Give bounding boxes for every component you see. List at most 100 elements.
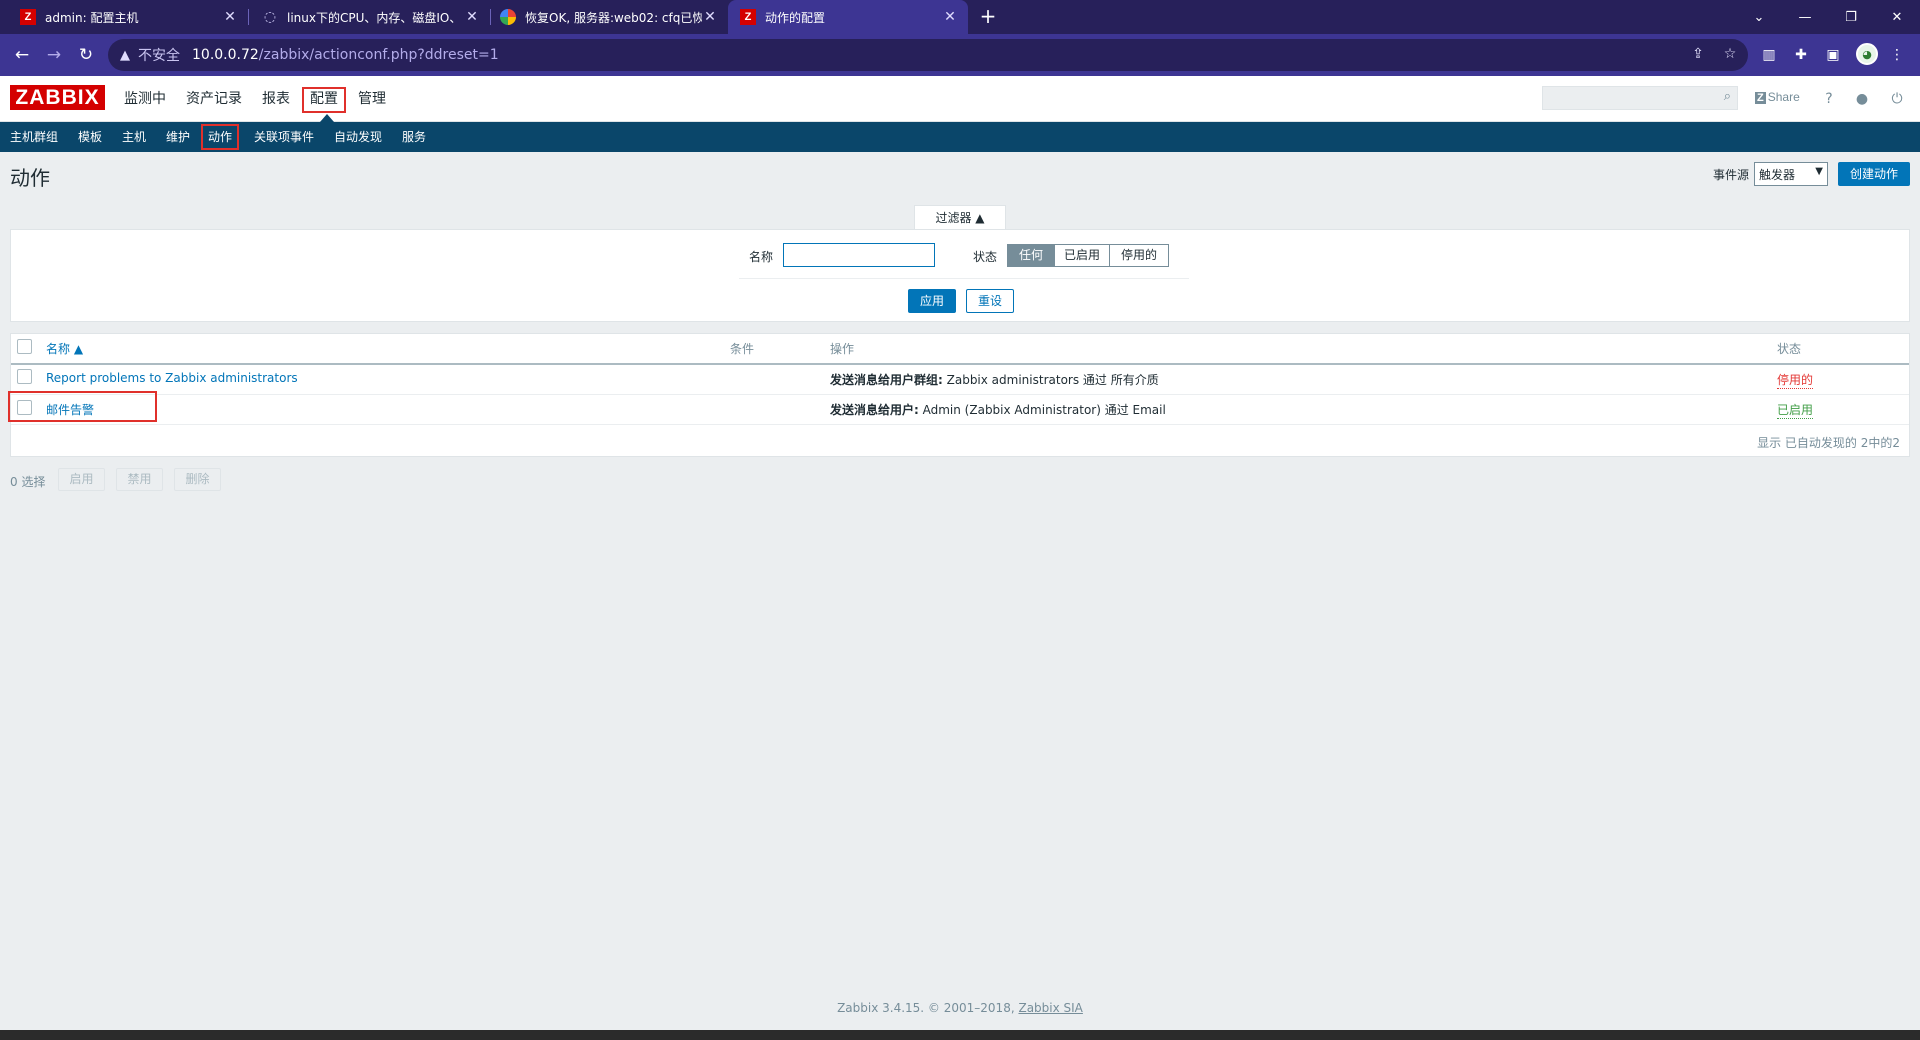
help-icon[interactable]: ? <box>1820 90 1838 108</box>
close-icon[interactable]: ✕ <box>222 9 238 25</box>
close-icon[interactable]: ✕ <box>464 9 480 25</box>
footer-link[interactable]: Zabbix SIA <box>1018 1001 1082 1015</box>
action-name-link[interactable]: Report problems to Zabbix administrators <box>46 371 298 385</box>
event-source-select[interactable]: 触发器 ▼ <box>1754 162 1828 186</box>
mass-delete-button[interactable]: 删除 <box>174 468 221 491</box>
url-bar[interactable]: ▲ 不安全 10.0.0.72/zabbix/actionconf.php?dd… <box>108 39 1748 71</box>
filter-name-label: 名称 <box>749 250 774 264</box>
tab-title: admin: 配置主机 <box>45 10 139 25</box>
taskbar-strip <box>0 1030 1920 1040</box>
browser-tab-strip: Z admin: 配置主机 ✕ ◌ linux下的CPU、内存、磁盘IO、 ✕ … <box>0 0 1920 34</box>
share-button[interactable]: Z Share <box>1755 90 1800 104</box>
address-toolbar: ← → ↻ ▲ 不安全 10.0.0.72/zabbix/actionconf.… <box>0 34 1920 76</box>
active-menu-caret <box>320 114 334 122</box>
mass-disable-button[interactable]: 禁用 <box>116 468 163 491</box>
browser-tab-active[interactable]: Z 动作的配置 ✕ <box>728 0 968 34</box>
warning-icon[interactable]: ▲ <box>120 48 130 63</box>
user-profile-icon[interactable]: ● <box>1853 90 1871 108</box>
create-action-button[interactable]: 创建动作 <box>1838 162 1910 186</box>
submenu-maintenance[interactable]: 维护 <box>161 126 195 148</box>
filter-divider <box>739 278 1189 279</box>
browser-tab[interactable]: ◌ linux下的CPU、内存、磁盘IO、 ✕ <box>250 0 490 34</box>
security-label[interactable]: 不安全 <box>138 45 180 65</box>
action-operations: 发送消息给用户群组: Zabbix administrators 通过 所有介质 <box>830 371 1159 388</box>
operation-type: 发送消息给用户: <box>830 403 919 417</box>
reading-icon[interactable]: ▥ <box>1758 44 1780 66</box>
menu-administration[interactable]: 管理 <box>352 89 392 111</box>
logout-icon[interactable]: ⏻ <box>1888 90 1906 108</box>
column-header-status: 状态 <box>1777 342 1802 356</box>
url-host: 10.0.0.72 <box>192 47 259 63</box>
submenu-templates[interactable]: 模板 <box>73 126 107 148</box>
menu-configuration[interactable]: 配置 <box>302 87 346 113</box>
submenu-actions[interactable]: 动作 <box>200 124 240 150</box>
submenu-hosts[interactable]: 主机 <box>117 126 151 148</box>
tab-search-icon[interactable]: ⌄ <box>1736 0 1782 34</box>
column-header-name[interactable]: 名称 ▲ <box>46 340 83 357</box>
side-panel-icon[interactable]: ▣ <box>1822 44 1844 66</box>
tab-title: 恢复OK, 服务器:web02: cfq已恢 <box>525 10 702 25</box>
global-search-input[interactable]: ⌕ <box>1542 86 1738 110</box>
url-path: /zabbix/actionconf.php?ddreset=1 <box>258 47 499 63</box>
row-divider <box>11 424 1909 425</box>
close-icon[interactable]: ✕ <box>702 9 718 25</box>
configuration-submenu: 主机群组 模板 主机 维护 动作 关联项事件 自动发现 服务 <box>0 122 1920 152</box>
status-toggle-enabled[interactable]: 已启用 <box>1777 401 1814 419</box>
forward-icon[interactable]: → <box>42 43 66 67</box>
menu-inventory[interactable]: 资产记录 <box>180 89 248 111</box>
mass-enable-button[interactable]: 启用 <box>58 468 105 491</box>
close-window-icon[interactable]: ✕ <box>1874 0 1920 34</box>
status-disabled-option[interactable]: 停用的 <box>1109 244 1169 267</box>
minimize-icon[interactable]: — <box>1782 0 1828 34</box>
menu-dots-icon[interactable]: ⋮ <box>1886 44 1908 66</box>
submenu-correlation[interactable]: 关联项事件 <box>249 126 319 148</box>
apply-button[interactable]: 应用 <box>908 289 956 313</box>
menu-reports[interactable]: 报表 <box>256 89 296 111</box>
browser-tab[interactable]: 恢复OK, 服务器:web02: cfq已恢 ✕ <box>488 0 728 34</box>
tab-title: 动作的配置 <box>765 10 826 25</box>
restore-icon[interactable]: ❐ <box>1828 0 1874 34</box>
menu-monitoring[interactable]: 监测中 <box>118 89 172 111</box>
reset-button[interactable]: 重设 <box>966 289 1014 313</box>
header-divider <box>11 363 1909 365</box>
loading-icon: ◌ <box>263 9 277 25</box>
chevron-down-icon: ▼ <box>1815 166 1823 177</box>
share-page-icon[interactable]: ⇪ <box>1688 44 1708 64</box>
select-all-checkbox[interactable] <box>17 339 32 354</box>
reload-icon[interactable]: ↻ <box>74 43 98 67</box>
event-source-label: 事件源 <box>1713 168 1750 182</box>
filter-toggle-tab[interactable]: 过滤器 ▲ <box>914 205 1006 230</box>
zabbix-header: ZABBIX 监测中 资产记录 报表 配置 管理 ⌕ Z Share ? ● ⏻ <box>0 76 1920 122</box>
browser-tab[interactable]: Z admin: 配置主机 ✕ <box>8 0 248 34</box>
extensions-icon[interactable]: ✚ <box>1790 44 1812 66</box>
page-footer: Zabbix 3.4.15. © 2001–2018, Zabbix SIA <box>0 1001 1920 1015</box>
bookmark-star-icon[interactable]: ☆ <box>1720 44 1740 64</box>
column-header-operations: 操作 <box>830 342 855 356</box>
submenu-host-groups[interactable]: 主机群组 <box>5 126 63 148</box>
paging-summary: 显示 已自动发现的 2中的2 <box>1757 436 1900 450</box>
highlight-box <box>8 391 157 422</box>
status-enabled-option[interactable]: 已启用 <box>1054 244 1110 267</box>
footer-text: Zabbix 3.4.15. © 2001–2018, <box>837 1001 1019 1015</box>
profile-avatar[interactable]: ◕ <box>1856 43 1878 65</box>
operation-type: 发送消息给用户群组: <box>830 373 943 387</box>
actions-table: 名称 ▲ 条件 操作 状态 Report problems to Zabbix … <box>8 333 1910 457</box>
event-source-value: 触发器 <box>1759 168 1796 182</box>
search-icon[interactable]: ⌕ <box>1724 89 1731 104</box>
row-divider <box>11 394 1909 395</box>
submenu-services[interactable]: 服务 <box>397 126 431 148</box>
filter-name-input[interactable] <box>783 243 935 267</box>
action-operations: 发送消息给用户: Admin (Zabbix Administrator) 通过… <box>830 401 1166 418</box>
submenu-discovery[interactable]: 自动发现 <box>329 126 387 148</box>
back-icon[interactable]: ← <box>10 43 34 67</box>
new-tab-button[interactable]: + <box>976 5 1000 29</box>
status-any-option[interactable]: 任何 <box>1007 244 1055 267</box>
operation-detail: Zabbix administrators 通过 所有介质 <box>942 373 1159 387</box>
status-toggle-disabled[interactable]: 停用的 <box>1777 371 1814 389</box>
filter-status-label: 状态 <box>973 250 998 264</box>
close-icon[interactable]: ✕ <box>942 9 958 25</box>
row-checkbox[interactable] <box>17 369 32 384</box>
zabbix-icon: Z <box>20 9 36 25</box>
zabbix-logo[interactable]: ZABBIX <box>10 85 105 110</box>
share-label: Share <box>1767 90 1800 104</box>
